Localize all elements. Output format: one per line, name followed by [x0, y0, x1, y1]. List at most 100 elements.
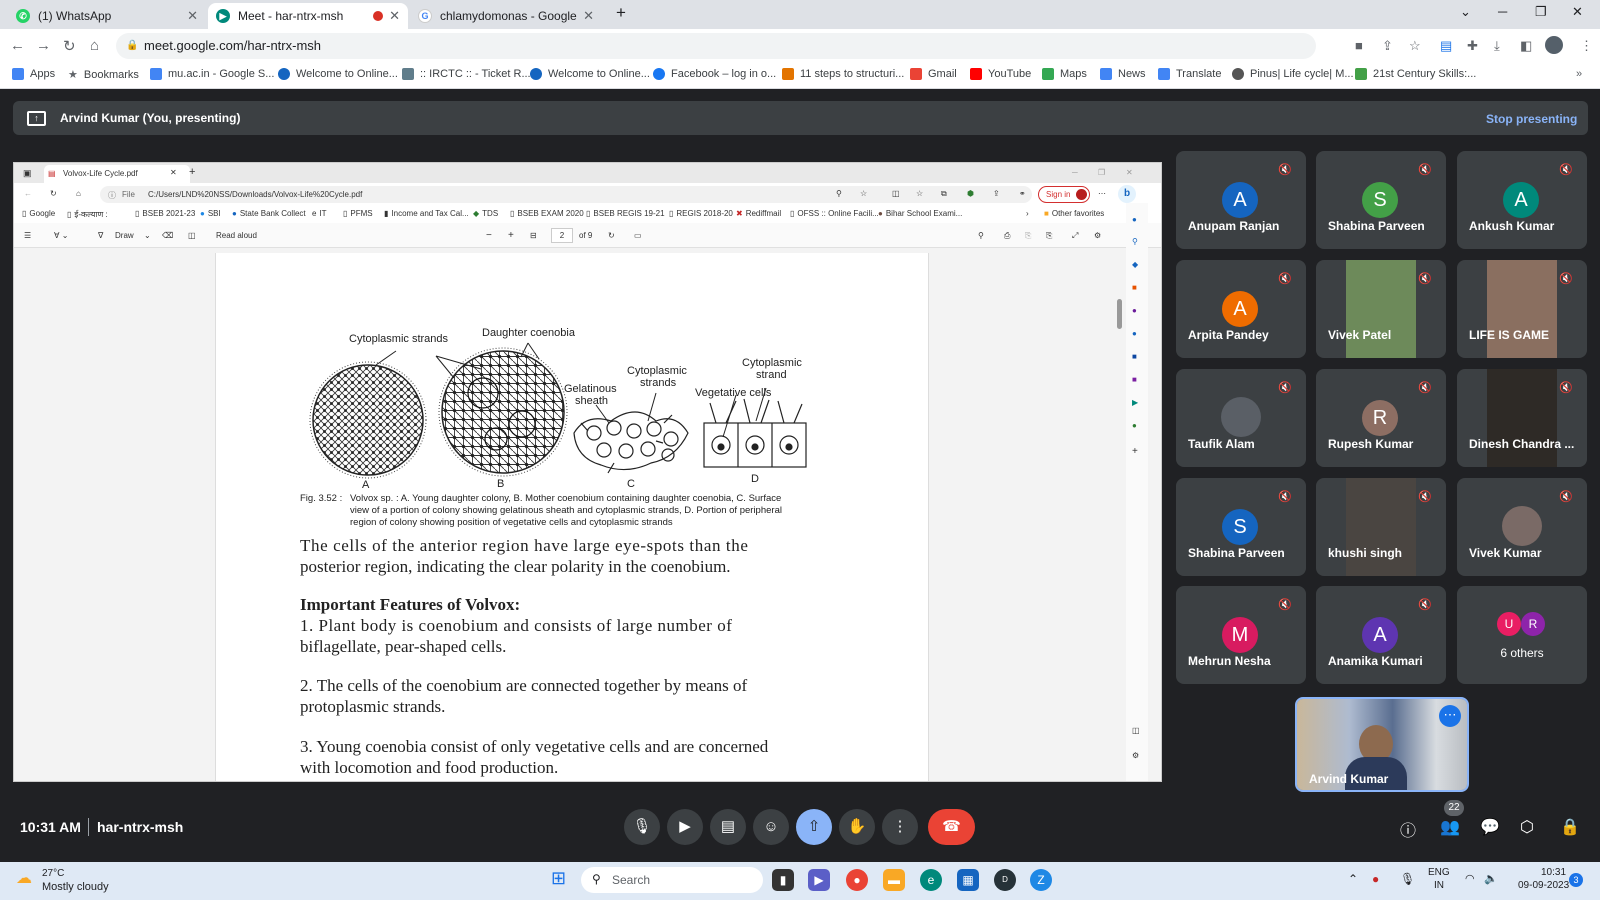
participant-tile[interactable]: A 🔇 Ankush Kumar	[1457, 151, 1587, 249]
share-icon[interactable]: ⇪	[1382, 38, 1393, 54]
participant-tile[interactable]: 🔇 LIFE IS GAME	[1457, 260, 1587, 358]
language-1[interactable]: ENG	[1428, 867, 1450, 878]
participant-tile[interactable]: S 🔇 Shabina Parveen	[1176, 478, 1306, 576]
participant-tile[interactable]: S 🔇 Shabina Parveen	[1316, 151, 1446, 249]
mic-muted-icon: 🔇	[1278, 491, 1292, 503]
people-icon[interactable]: 👥	[1440, 817, 1460, 837]
reload-icon[interactable]: ↻	[63, 37, 76, 55]
edge-icon[interactable]: e	[920, 869, 942, 891]
chevron-up-icon[interactable]: ⌃	[1348, 872, 1358, 886]
participant-tile[interactable]: 🔇 khushi singh	[1316, 478, 1446, 576]
dell-icon[interactable]: D	[994, 869, 1016, 891]
bookmark-item[interactable]: Welcome to Online...	[530, 68, 650, 80]
bookmark-item[interactable]: 21st Century Skills:...	[1355, 68, 1476, 80]
video-thumbnail	[1502, 506, 1542, 546]
wifi-icon[interactable]: ◠	[1465, 872, 1475, 885]
participant-tile[interactable]: M 🔇 Mehrun Nesha	[1176, 586, 1306, 684]
store-icon[interactable]: ▦	[957, 869, 979, 891]
file-explorer-icon[interactable]: ▬	[883, 869, 905, 891]
self-tile[interactable]: ⋯ Arvind Kumar	[1295, 697, 1469, 792]
tab-search-icon[interactable]: ⌄	[1460, 4, 1471, 20]
zoom-app-icon[interactable]: Z	[1030, 869, 1052, 891]
host-controls-icon[interactable]: 🔒	[1560, 817, 1580, 837]
menu-icon[interactable]: ⋮	[1580, 38, 1593, 54]
participant-tile[interactable]: 🔇 Dinesh Chandra ...	[1457, 369, 1587, 467]
tab-google-search[interactable]: G chlamydomonas - Google Search ✕	[410, 3, 602, 29]
bookmark-item[interactable]: :: IRCTC :: - Ticket R...	[402, 68, 531, 80]
camera-icon[interactable]: ■	[1355, 38, 1363, 53]
notification-badge[interactable]: 3	[1569, 873, 1583, 887]
more-options-button[interactable]: ⋮	[882, 809, 918, 845]
close-tab-icon[interactable]: ✕	[389, 8, 400, 24]
teams-icon[interactable]: ▶	[808, 869, 830, 891]
bookmark-item[interactable]: 11 steps to structuri...	[782, 68, 904, 80]
participant-tile[interactable]: A 🔇 Anamika Kumari	[1316, 586, 1446, 684]
bookmark-item[interactable]: ★ Bookmarks	[68, 68, 139, 82]
participant-tile[interactable]: A 🔇 Anupam Ranjan	[1176, 151, 1306, 249]
language-2[interactable]: IN	[1434, 880, 1444, 891]
bookmark-item[interactable]: Translate	[1158, 68, 1221, 80]
participant-tile[interactable]: R 🔇 Rupesh Kumar	[1316, 369, 1446, 467]
emoji-button[interactable]: ☺	[753, 809, 789, 845]
mic-muted-icon: 🔇	[1418, 491, 1432, 503]
close-tab-icon[interactable]: ✕	[187, 8, 198, 24]
activities-icon[interactable]: ⬡	[1520, 817, 1534, 837]
mic-button[interactable]: 🎙	[624, 809, 660, 845]
taskbar-date[interactable]: 09-09-2023	[1518, 880, 1569, 891]
fullscreen-icon: ⤢	[1072, 231, 1079, 240]
bookmark-item[interactable]: YouTube	[970, 68, 1031, 80]
close-tab-icon[interactable]: ✕	[583, 8, 594, 24]
captions-button[interactable]: ▤	[710, 809, 746, 845]
bookmark-apps[interactable]: Apps	[12, 68, 55, 80]
doc-extension-icon[interactable]: ▤	[1440, 38, 1452, 54]
participant-tile[interactable]: 🔇 Taufik Alam	[1176, 369, 1306, 467]
sidepanel-icon[interactable]: ◧	[1520, 38, 1532, 54]
url-input[interactable]: 🔒 meet.google.com/har-ntrx-msh	[116, 33, 1316, 59]
back-icon[interactable]: ←	[10, 37, 25, 54]
new-tab-icon[interactable]: +	[616, 3, 626, 23]
camera-button[interactable]: ▶	[667, 809, 703, 845]
bookmark-item[interactable]: Gmail	[910, 68, 957, 80]
download-icon[interactable]: ⤓	[1494, 38, 1500, 54]
mic-tray-icon[interactable]: 🎙	[1400, 872, 1415, 886]
home-icon[interactable]: ⌂	[90, 37, 99, 54]
extensions-icon[interactable]: ✚	[1467, 38, 1478, 54]
profile-avatar[interactable]	[1545, 36, 1563, 54]
forward-icon[interactable]: →	[36, 37, 51, 54]
bookmark-item[interactable]: Welcome to Online...	[278, 68, 398, 80]
bookmark-item[interactable]: Facebook – log in o...	[653, 68, 776, 80]
weather-icon[interactable]: ☁	[16, 868, 32, 888]
chrome-icon[interactable]: ●	[846, 869, 868, 891]
shared-tab-actions-icon: ▣	[23, 168, 32, 178]
participant-tile[interactable]: A 🔇 Arpita Pandey	[1176, 260, 1306, 358]
raise-hand-button[interactable]: ✋	[839, 809, 875, 845]
bookmark-item[interactable]: Pinus| Life cycle| M...	[1232, 68, 1354, 80]
windows-start-icon[interactable]: ⊞	[551, 868, 566, 889]
window-close-icon[interactable]: ✕	[1572, 4, 1583, 20]
tab-whatsapp[interactable]: ✆ (1) WhatsApp ✕	[8, 3, 206, 29]
bookmark-item[interactable]: mu.ac.in - Google S...	[150, 68, 274, 80]
task-view-icon[interactable]: ▮	[772, 869, 794, 891]
more-options-icon[interactable]: ⋯	[1439, 705, 1461, 727]
meeting-details-icon[interactable]: ⓘ	[1400, 817, 1416, 841]
maximize-icon[interactable]: ❐	[1535, 4, 1547, 20]
label-cytoplasmic-strands-1: Cytoplasmic strands	[349, 333, 449, 345]
bookmark-item[interactable]: News	[1100, 68, 1146, 80]
volume-icon[interactable]: 🔈	[1484, 872, 1498, 885]
bookmark-item[interactable]: Maps	[1042, 68, 1087, 80]
stop-presenting-button[interactable]: Stop presenting	[1486, 112, 1577, 126]
tab-meet[interactable]: ▶ Meet - har-ntrx-msh ✕	[208, 3, 408, 29]
chat-icon[interactable]: 💬	[1480, 817, 1500, 837]
minimize-icon[interactable]: ─	[1498, 4, 1507, 19]
caption-line-2: view of a portion of colony showing gela…	[350, 505, 782, 516]
participant-tile[interactable]: 🔇 Vivek Kumar	[1457, 478, 1587, 576]
star-icon[interactable]: ☆	[1409, 38, 1421, 54]
participant-tile[interactable]: 🔇 Vivek Patel	[1316, 260, 1446, 358]
taskbar-time[interactable]: 10:31	[1541, 867, 1566, 878]
taskbar-search[interactable]	[581, 867, 763, 893]
others-tile[interactable]: U R 6 others	[1457, 586, 1587, 684]
more-bookmarks-icon[interactable]: »	[1576, 68, 1582, 80]
leave-call-button[interactable]: ☎	[928, 809, 975, 845]
security-icon[interactable]: ●	[1372, 872, 1379, 886]
present-button[interactable]: ⇧	[796, 809, 832, 845]
